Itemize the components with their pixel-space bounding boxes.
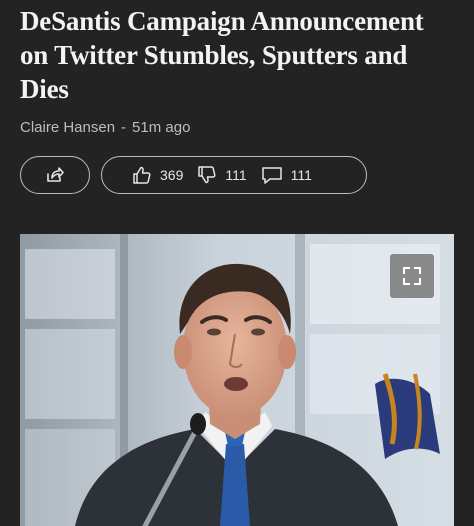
like-button[interactable]: 369 (132, 165, 183, 185)
reactions-bar: 369 111 111 (101, 156, 367, 194)
article-hero-image[interactable] (20, 234, 454, 526)
byline: Claire Hansen -51m ago (20, 119, 190, 136)
dislike-count: 111 (225, 167, 247, 183)
comment-count: 111 (290, 167, 312, 183)
byline-separator: - (121, 119, 127, 136)
comment-icon (261, 167, 282, 184)
share-icon (47, 167, 64, 182)
speaker-photo (20, 234, 454, 526)
publish-time: 51m ago (132, 119, 191, 136)
thumbs-up-icon (133, 166, 151, 184)
article-headline[interactable]: DeSantis Campaign Announcement on Twitte… (20, 4, 450, 106)
dislike-button[interactable]: 111 (197, 165, 247, 185)
article-page: DeSantis Campaign Announcement on Twitte… (0, 0, 474, 526)
like-count: 369 (160, 167, 184, 183)
thumbs-down-icon (198, 166, 216, 184)
share-button[interactable] (20, 156, 90, 194)
author-name[interactable]: Claire Hansen (20, 119, 115, 136)
expand-image-button[interactable] (390, 254, 434, 298)
expand-icon (403, 267, 421, 285)
comment-button[interactable]: 111 (261, 165, 312, 185)
